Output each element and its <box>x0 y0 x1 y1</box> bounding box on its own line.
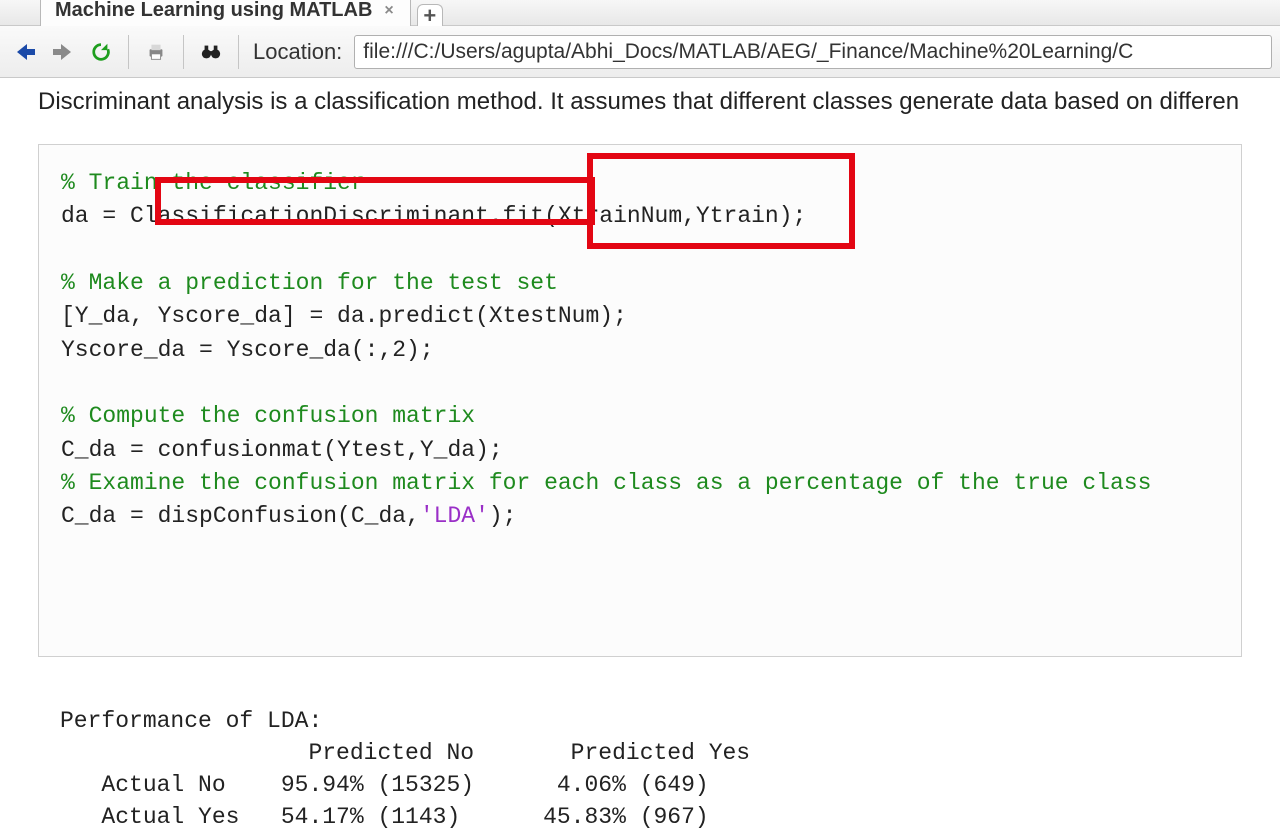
location-label: Location: <box>253 39 342 65</box>
toolbar: Location: <box>0 26 1280 78</box>
highlight-box-args <box>587 153 855 249</box>
code-comment: % Make a prediction for the test set <box>61 270 558 296</box>
print-button[interactable] <box>139 35 173 69</box>
code-line: [Y_da, Yscore_da] = da.predict(XtestNum)… <box>61 303 627 329</box>
toolbar-divider <box>238 35 239 69</box>
reload-icon <box>90 41 112 63</box>
arrow-left-icon <box>13 40 37 64</box>
toolbar-divider <box>128 35 129 69</box>
code-line: C_da = dispConfusion(C_da,'LDA'); <box>61 503 516 529</box>
location-input[interactable] <box>354 35 1272 69</box>
code-comment: % Compute the confusion matrix <box>61 403 475 429</box>
find-button[interactable] <box>194 35 228 69</box>
code-block: % Train the classifier da = Classificati… <box>38 144 1242 657</box>
output-header: Predicted No Predicted Yes <box>60 740 750 766</box>
code-line: C_da = confusionmat(Ytest,Y_da); <box>61 437 503 463</box>
output-title: Performance of LDA: <box>60 708 322 734</box>
browser-tab[interactable]: Machine Learning using MATLAB × <box>40 0 411 26</box>
plus-icon: + <box>423 3 436 29</box>
output-row: Actual Yes 54.17% (1143) 45.83% (967) <box>60 804 709 830</box>
code-comment: % Examine the confusion matrix for each … <box>61 470 1151 496</box>
output-row: Actual No 95.94% (15325) 4.06% (649) <box>60 772 709 798</box>
tab-title: Machine Learning using MATLAB <box>55 0 372 22</box>
code-comment: % Train the classifier <box>61 170 365 196</box>
tab-bar: Machine Learning using MATLAB × + <box>0 0 1280 26</box>
back-button[interactable] <box>8 35 42 69</box>
code-line: da = ClassificationDiscriminant.fit(Xtra… <box>61 203 806 229</box>
close-icon[interactable]: × <box>382 2 395 20</box>
reload-button[interactable] <box>84 35 118 69</box>
toolbar-divider <box>183 35 184 69</box>
code-line: Yscore_da = Yscore_da(:,2); <box>61 337 434 363</box>
printer-icon <box>145 41 167 63</box>
new-tab-button[interactable]: + <box>417 4 443 26</box>
page-content: Discriminant analysis is a classificatio… <box>0 78 1280 834</box>
arrow-right-icon <box>51 40 75 64</box>
binoculars-icon <box>199 41 223 63</box>
intro-text: Discriminant analysis is a classificatio… <box>38 88 1242 116</box>
output-block: Performance of LDA: Predicted No Predict… <box>38 705 1242 834</box>
forward-button[interactable] <box>46 35 80 69</box>
